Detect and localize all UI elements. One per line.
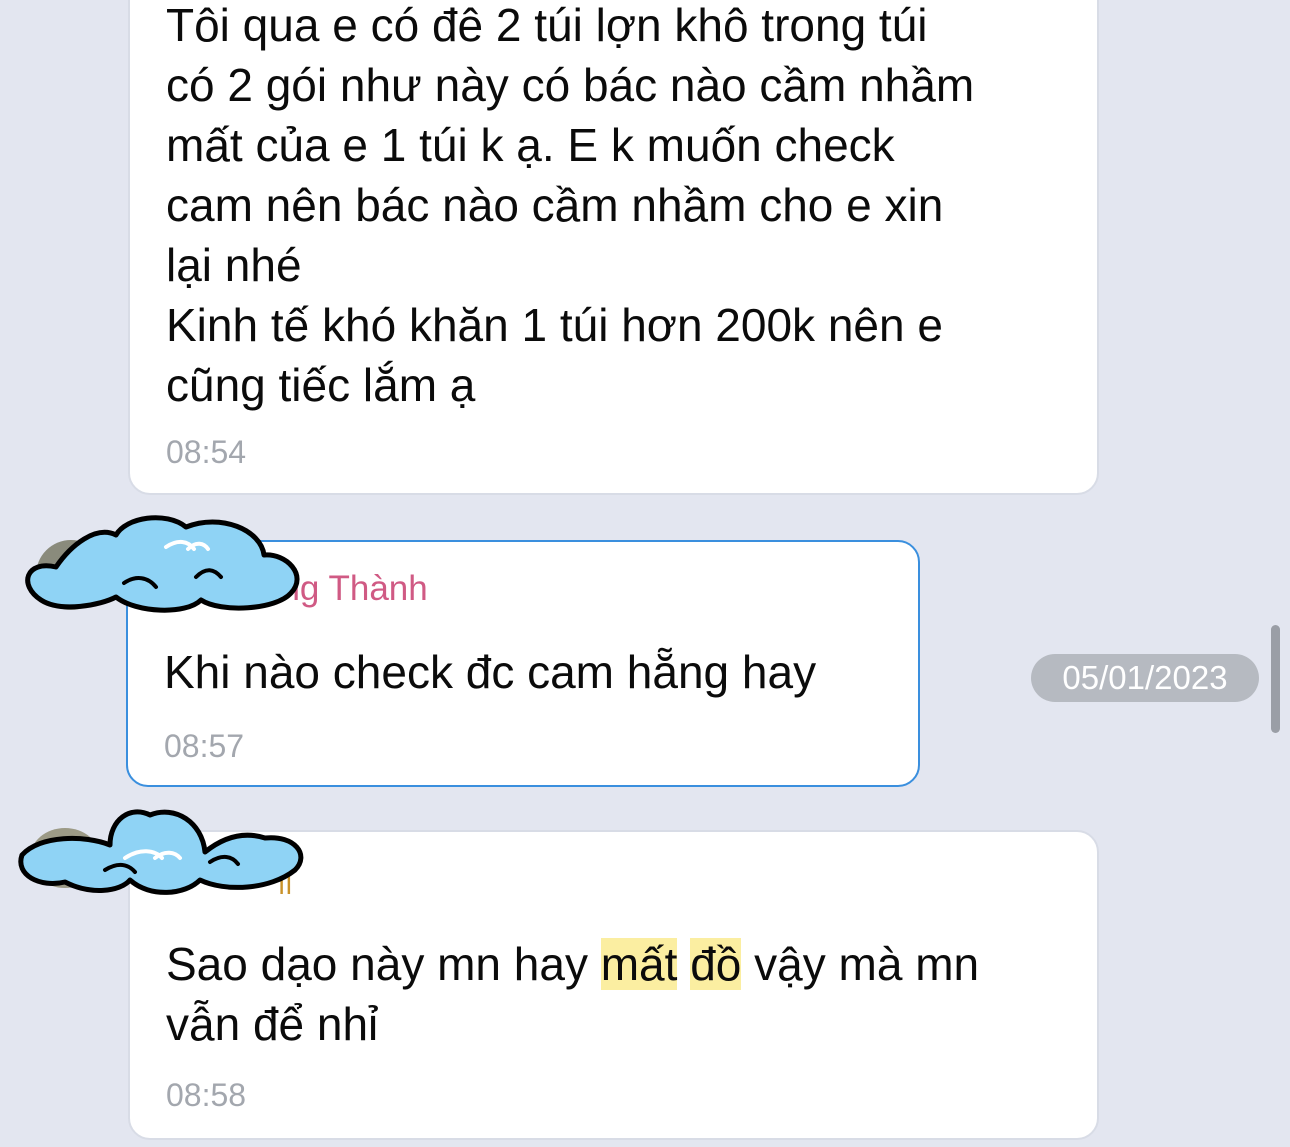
message-time: 08:58 — [166, 1077, 247, 1113]
message-time: 08:57 — [164, 728, 245, 764]
message-text-part: Sao dạo này mn hay — [166, 938, 601, 990]
message-bubble-1[interactable]: Tôi qua e có đê 2 túi lợn khô trong túi … — [128, 0, 1099, 495]
cloud-sticker-icon — [25, 515, 300, 613]
search-highlight: mất — [600, 938, 678, 990]
message-text: Khi nào check đc cam hẵng hay — [164, 646, 817, 698]
message-text: Tôi qua e có đê 2 túi lợn khô trong túi … — [166, 0, 975, 411]
cloud-sticker-icon — [18, 809, 304, 895]
date-badge: 05/01/2023 — [1031, 654, 1259, 702]
search-highlight: đồ — [690, 938, 742, 990]
message-text: Sao dạo này mn hay mất đồ vậy mà mn vẫn … — [166, 934, 979, 1054]
message-time: 08:54 — [166, 434, 247, 470]
message-text-part — [677, 938, 690, 990]
scrollbar[interactable] — [1271, 625, 1280, 733]
